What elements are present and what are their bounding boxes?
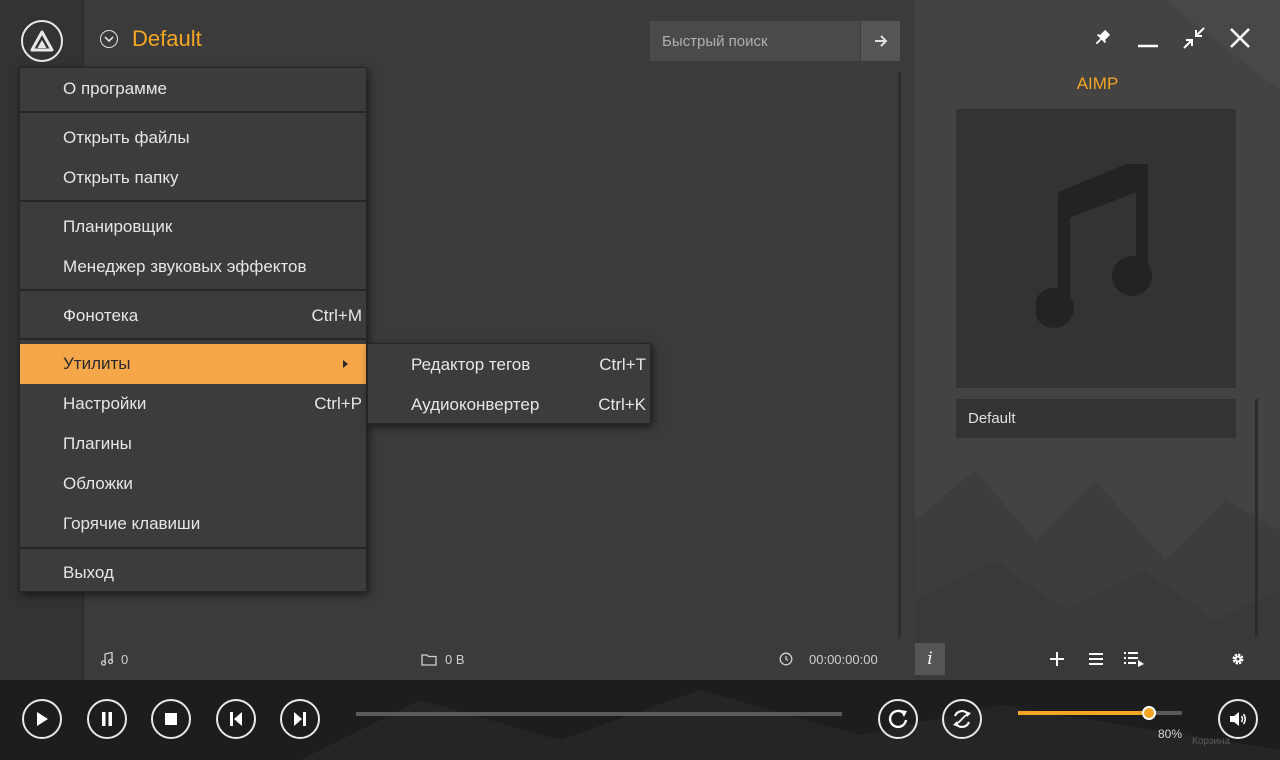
speaker-icon xyxy=(1230,712,1246,726)
gear-icon[interactable] xyxy=(1226,647,1250,671)
mute-button[interactable] xyxy=(1218,699,1258,739)
stop-button[interactable] xyxy=(151,699,191,739)
menu-item-open-files[interactable]: Открыть файлы xyxy=(20,118,366,158)
window-controls xyxy=(1090,26,1252,50)
menu-item-exit[interactable]: Выход xyxy=(20,553,366,593)
app-title: AIMP xyxy=(1076,74,1119,93)
menu-item-label: Плагины xyxy=(63,434,132,453)
menu-item-skins[interactable]: Обложки xyxy=(20,464,366,504)
previous-button[interactable] xyxy=(216,699,256,739)
menu-item-label: Горячие клавиши xyxy=(63,514,201,533)
play-button[interactable] xyxy=(22,699,62,739)
playlist-title: Default xyxy=(132,26,202,51)
repeat-icon xyxy=(888,709,908,729)
playlist-duration: 00:00:00:00 xyxy=(779,652,878,667)
pause-icon xyxy=(102,712,112,726)
track-title: Default xyxy=(956,399,1236,438)
menu-item-plugins[interactable]: Плагины xyxy=(20,424,366,464)
next-button[interactable] xyxy=(280,699,320,739)
menu-item-label: Фонотека xyxy=(63,306,139,325)
menu-item-label: Настройки xyxy=(63,394,147,413)
minimize-icon[interactable] xyxy=(1136,26,1160,50)
close-icon[interactable] xyxy=(1228,26,1252,50)
playlist-status-bar: 0 0 B 00:00:00:00 xyxy=(84,638,915,680)
queue-list-icon[interactable] xyxy=(1122,647,1146,671)
menu-item-shortcut: Ctrl+T xyxy=(599,355,646,374)
music-note-small-icon xyxy=(101,652,113,666)
volume-percent: 80% xyxy=(1157,727,1182,741)
menu-item-hotkeys[interactable]: Горячие клавиши xyxy=(20,504,366,544)
previous-icon xyxy=(230,712,242,726)
menu-item-open-folder[interactable]: Открыть папку xyxy=(20,158,366,198)
chevron-down-icon xyxy=(100,30,118,48)
player-toolbar: i xyxy=(915,643,1280,675)
seek-bar[interactable] xyxy=(356,712,842,716)
playlist-selector[interactable]: Default xyxy=(100,26,202,52)
volume-slider[interactable] xyxy=(1018,706,1182,720)
trash-label: Корзина xyxy=(1192,736,1231,747)
shuffle-button[interactable] xyxy=(942,699,982,739)
menu-item-audio-converter[interactable]: Аудиоконвертер Ctrl+K xyxy=(368,385,650,425)
menu-item-settings[interactable]: Настройки Ctrl+P xyxy=(20,384,366,424)
menu-item-label: О программе xyxy=(63,79,168,98)
menu-separator xyxy=(20,111,366,113)
playlist-duration-value: 00:00:00:00 xyxy=(809,651,878,667)
stop-icon xyxy=(165,713,177,725)
track-count-value: 0 xyxy=(121,651,129,667)
shuffle-icon xyxy=(953,710,971,728)
player-panel: AIMP Default i xyxy=(915,0,1280,680)
menu-item-sound-effects[interactable]: Менеджер звуковых эффектов xyxy=(20,247,366,287)
menu-item-label: Открыть папку xyxy=(63,168,179,187)
volume-fill xyxy=(1018,711,1150,715)
playlist-size-value: 0 B xyxy=(445,651,465,667)
next-icon xyxy=(294,712,306,726)
menu-item-label: Утилиты xyxy=(63,354,131,373)
list-icon[interactable] xyxy=(1084,647,1108,671)
album-art xyxy=(956,109,1236,388)
utilities-submenu: Редактор тегов Ctrl+T Аудиоконвертер Ctrl+… xyxy=(367,343,651,424)
player-scrollbar[interactable] xyxy=(1255,399,1258,637)
folder-icon xyxy=(421,653,437,666)
menu-item-library[interactable]: Фонотека Ctrl+M xyxy=(20,296,366,336)
menu-item-scheduler[interactable]: Планировщик xyxy=(20,207,366,247)
background-texture xyxy=(300,690,1280,760)
menu-item-shortcut: Ctrl+M xyxy=(311,306,362,325)
quick-search xyxy=(650,21,900,61)
menu-separator xyxy=(20,200,366,202)
clock-icon xyxy=(779,652,793,666)
menu-item-utilities[interactable]: Утилиты xyxy=(20,344,366,384)
playlist-scrollbar[interactable] xyxy=(898,72,901,637)
search-input[interactable] xyxy=(650,21,860,61)
menu-item-label: Менеджер звуковых эффектов xyxy=(63,257,307,276)
play-icon xyxy=(37,712,48,726)
submenu-arrow-icon xyxy=(343,360,348,368)
add-icon[interactable] xyxy=(1045,647,1069,671)
compact-mode-icon[interactable] xyxy=(1182,26,1206,50)
menu-item-label: Аудиоконвертер xyxy=(411,395,540,414)
aimp-logo-icon[interactable] xyxy=(21,20,63,62)
playlist-size: 0 B xyxy=(421,652,465,667)
arrow-right-icon[interactable] xyxy=(860,21,900,61)
menu-item-shortcut: Ctrl+K xyxy=(598,395,646,414)
menu-item-label: Редактор тегов xyxy=(411,355,531,374)
pause-button[interactable] xyxy=(87,699,127,739)
menu-item-about[interactable]: О программе xyxy=(20,69,366,109)
menu-item-label: Планировщик xyxy=(63,217,173,236)
menu-item-tag-editor[interactable]: Редактор тегов Ctrl+T xyxy=(368,345,650,385)
repeat-button[interactable] xyxy=(878,699,918,739)
menu-item-label: Обложки xyxy=(63,474,133,493)
menu-item-label: Открыть файлы xyxy=(63,128,190,147)
pin-icon[interactable] xyxy=(1090,26,1114,50)
menu-separator xyxy=(20,547,366,549)
menu-item-label: Выход xyxy=(63,563,114,582)
music-note-icon xyxy=(1036,163,1152,328)
info-icon[interactable]: i xyxy=(915,643,945,675)
menu-item-shortcut: Ctrl+P xyxy=(314,394,362,413)
transport-bar xyxy=(0,680,1280,760)
menu-separator xyxy=(20,338,366,340)
main-menu: О программе Открыть файлы Открыть папку … xyxy=(19,67,367,592)
track-count: 0 xyxy=(101,652,128,667)
menu-separator xyxy=(20,289,366,291)
